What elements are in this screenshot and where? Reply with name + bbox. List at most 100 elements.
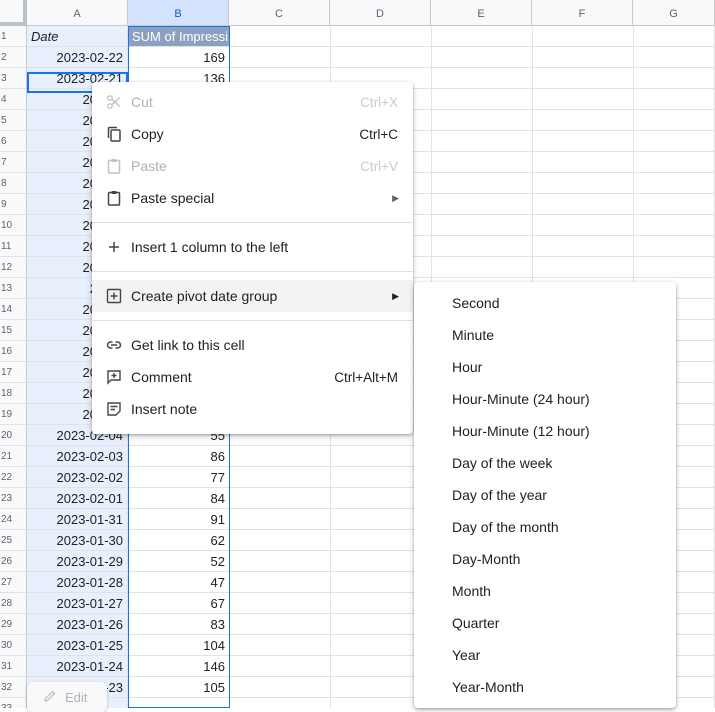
cell-impressions[interactable]: 62: [128, 530, 230, 551]
empty-cell[interactable]: [432, 68, 533, 89]
cell-date[interactable]: 2023-01-27: [27, 593, 128, 614]
menu-item-get-link[interactable]: Get link to this cell: [92, 329, 413, 361]
cell-date[interactable]: 2023-01-25: [27, 635, 128, 656]
column-header-g[interactable]: G: [633, 0, 715, 26]
empty-cell[interactable]: [634, 110, 715, 131]
menu-item-pivot-date-group[interactable]: Create pivot date group ▶: [92, 280, 413, 312]
select-all-corner[interactable]: [0, 0, 27, 26]
empty-cell[interactable]: [634, 47, 715, 68]
column-header-a[interactable]: A: [27, 0, 128, 26]
pivot-header-date[interactable]: Date: [27, 26, 128, 47]
submenu-item-hour-minute-12[interactable]: Hour-Minute (12 hour): [414, 415, 676, 447]
submenu-item-day-month[interactable]: Day-Month: [414, 543, 676, 575]
empty-cell[interactable]: [432, 110, 533, 131]
cell-date[interactable]: 2023-01-28: [27, 572, 128, 593]
empty-cell[interactable]: [230, 656, 331, 677]
row-header[interactable]: 15: [0, 320, 27, 341]
menu-item-cut[interactable]: Cut Ctrl+X: [92, 86, 413, 118]
empty-cell[interactable]: [634, 194, 715, 215]
empty-cell[interactable]: [331, 47, 432, 68]
cell-date[interactable]: 2023-01-26: [27, 614, 128, 635]
submenu-item-minute[interactable]: Minute: [414, 319, 676, 351]
cell-impressions[interactable]: 169: [128, 47, 230, 68]
row-header[interactable]: 29: [0, 614, 27, 635]
row-header[interactable]: 33: [0, 698, 27, 708]
cell-impressions[interactable]: 146: [128, 656, 230, 677]
submenu-item-second[interactable]: Second: [414, 287, 676, 319]
row-header[interactable]: 18: [0, 383, 27, 404]
submenu-item-year-month[interactable]: Year-Month: [414, 671, 676, 703]
submenu-item-year[interactable]: Year: [414, 639, 676, 671]
empty-cell[interactable]: [533, 26, 634, 47]
cell-impressions[interactable]: 83: [128, 614, 230, 635]
cell-date[interactable]: 2023-02-22: [27, 47, 128, 68]
row-header[interactable]: 5: [0, 110, 27, 131]
empty-cell[interactable]: [432, 173, 533, 194]
row-header[interactable]: 27: [0, 572, 27, 593]
submenu-item-day-of-month[interactable]: Day of the month: [414, 511, 676, 543]
empty-cell[interactable]: [230, 467, 331, 488]
empty-cell[interactable]: [230, 572, 331, 593]
submenu-item-hour[interactable]: Hour: [414, 351, 676, 383]
empty-cell[interactable]: [533, 110, 634, 131]
row-header[interactable]: 19: [0, 404, 27, 425]
empty-cell[interactable]: [634, 215, 715, 236]
cell-impressions[interactable]: [128, 698, 230, 708]
row-header[interactable]: 21: [0, 446, 27, 467]
empty-cell[interactable]: [533, 194, 634, 215]
empty-cell[interactable]: [432, 215, 533, 236]
row-header[interactable]: 31: [0, 656, 27, 677]
empty-cell[interactable]: [331, 26, 432, 47]
empty-cell[interactable]: [230, 26, 331, 47]
cell-impressions[interactable]: 47: [128, 572, 230, 593]
row-header[interactable]: 17: [0, 362, 27, 383]
menu-item-paste[interactable]: Paste Ctrl+V: [92, 150, 413, 182]
row-header[interactable]: 9: [0, 194, 27, 215]
empty-cell[interactable]: [533, 152, 634, 173]
empty-cell[interactable]: [230, 551, 331, 572]
cell-date[interactable]: 2023-02-01: [27, 488, 128, 509]
empty-cell[interactable]: [432, 152, 533, 173]
menu-item-comment[interactable]: Comment Ctrl+Alt+M: [92, 361, 413, 393]
empty-cell[interactable]: [230, 593, 331, 614]
empty-cell[interactable]: [230, 698, 331, 708]
cell-date[interactable]: 2023-01-31: [27, 509, 128, 530]
row-header[interactable]: 1: [0, 26, 27, 47]
empty-cell[interactable]: [533, 173, 634, 194]
empty-cell[interactable]: [230, 677, 331, 698]
cell-date[interactable]: 2023-01-24: [27, 656, 128, 677]
cell-impressions[interactable]: 91: [128, 509, 230, 530]
row-header[interactable]: 11: [0, 236, 27, 257]
submenu-item-day-of-year[interactable]: Day of the year: [414, 479, 676, 511]
empty-cell[interactable]: [230, 509, 331, 530]
cell-date[interactable]: 2023-01-30: [27, 530, 128, 551]
cell-impressions[interactable]: 105: [128, 677, 230, 698]
cell-impressions[interactable]: 52: [128, 551, 230, 572]
submenu-item-month[interactable]: Month: [414, 575, 676, 607]
row-header[interactable]: 24: [0, 509, 27, 530]
submenu-item-hour-minute-24[interactable]: Hour-Minute (24 hour): [414, 383, 676, 415]
empty-cell[interactable]: [634, 68, 715, 89]
empty-cell[interactable]: [533, 215, 634, 236]
empty-cell[interactable]: [533, 89, 634, 110]
empty-cell[interactable]: [230, 47, 331, 68]
column-header-f[interactable]: F: [532, 0, 633, 26]
row-header[interactable]: 25: [0, 530, 27, 551]
empty-cell[interactable]: [432, 47, 533, 68]
empty-cell[interactable]: [533, 236, 634, 257]
row-header[interactable]: 22: [0, 467, 27, 488]
row-header[interactable]: 26: [0, 551, 27, 572]
submenu-item-day-of-week[interactable]: Day of the week: [414, 447, 676, 479]
cell-impressions[interactable]: 86: [128, 446, 230, 467]
row-header[interactable]: 20: [0, 425, 27, 446]
row-header[interactable]: 23: [0, 488, 27, 509]
menu-item-insert-note[interactable]: Insert note: [92, 393, 413, 425]
empty-cell[interactable]: [432, 89, 533, 110]
row-header[interactable]: 14: [0, 299, 27, 320]
row-header[interactable]: 16: [0, 341, 27, 362]
row-header[interactable]: 7: [0, 152, 27, 173]
cell-date[interactable]: 2023-02-03: [27, 446, 128, 467]
empty-cell[interactable]: [533, 68, 634, 89]
empty-cell[interactable]: [432, 257, 533, 278]
column-header-c[interactable]: C: [229, 0, 330, 26]
